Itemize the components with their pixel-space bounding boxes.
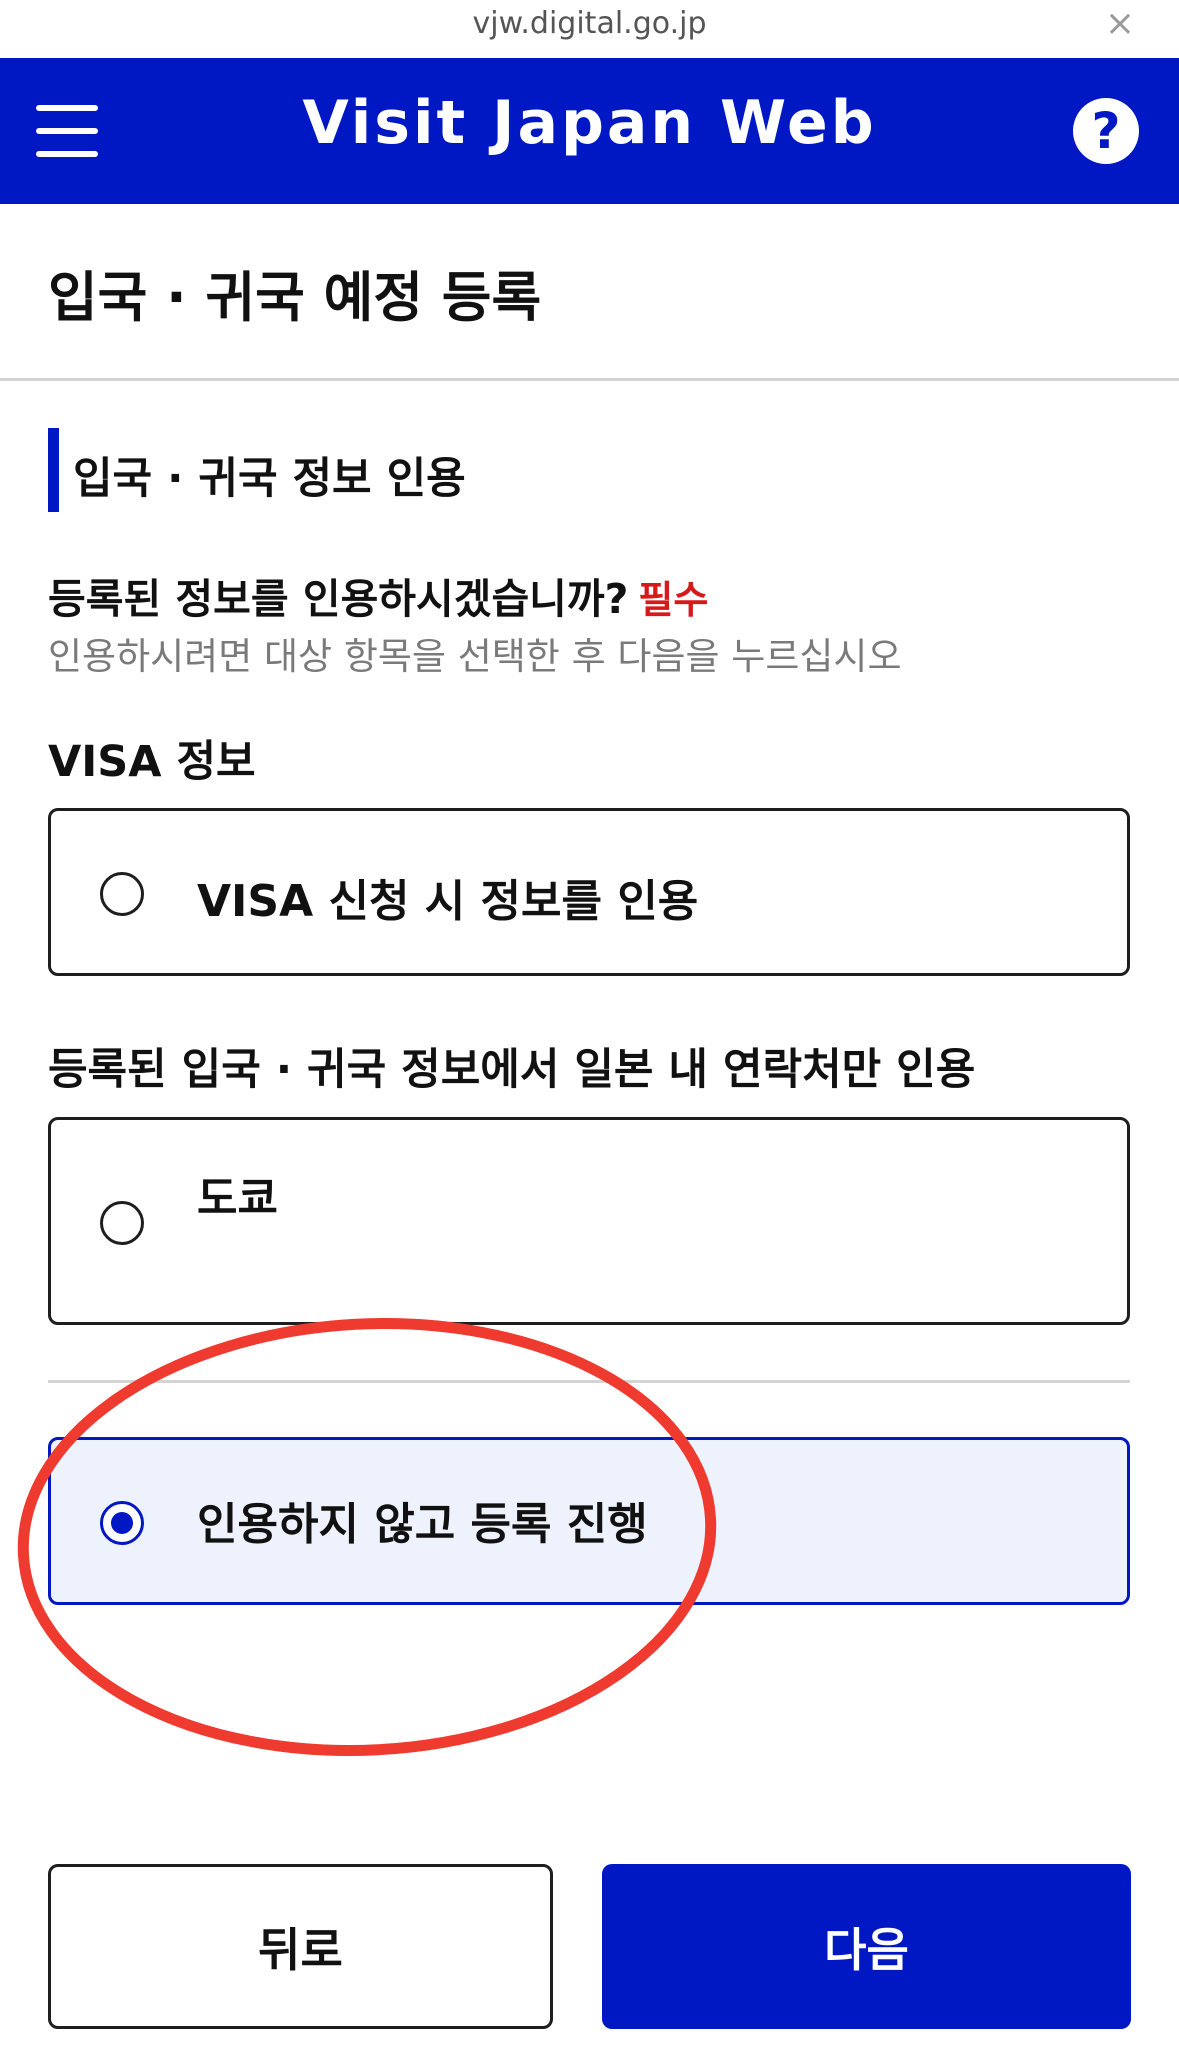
option-label: 인용하지 않고 등록 진행 bbox=[197, 1499, 648, 1550]
radio-visa-quote[interactable] bbox=[100, 872, 144, 916]
required-badge: 필수 bbox=[638, 578, 709, 622]
close-icon[interactable]: × bbox=[1100, 4, 1140, 44]
help-icon[interactable]: ? bbox=[1073, 98, 1139, 164]
options-divider bbox=[48, 1380, 1130, 1383]
question-text: 등록된 정보를 인용하시겠습니까? 필수 bbox=[48, 565, 708, 625]
hint-text: 인용하시려면 대상 항목을 선택한 후 다음을 누르십시오 bbox=[48, 635, 902, 678]
option-label: VISA 신청 시 정보를 인용 bbox=[197, 876, 699, 927]
page-title: 입국 · 귀국 예정 등록 bbox=[48, 266, 542, 329]
radio-tokyo[interactable] bbox=[100, 1201, 144, 1245]
question-label: 등록된 정보를 인용하시겠습니까? bbox=[48, 575, 629, 623]
option-label: 도쿄 bbox=[197, 1173, 278, 1224]
radio-selected-dot bbox=[111, 1512, 133, 1534]
group-label-contact: 등록된 입국 · 귀국 정보에서 일본 내 연락처만 인용 bbox=[48, 1045, 976, 1095]
section-accent-bar bbox=[48, 428, 59, 512]
back-button[interactable]: 뒤로 bbox=[48, 1864, 553, 2029]
app-title: Visit Japan Web bbox=[302, 88, 877, 158]
option-visa-quote[interactable]: VISA 신청 시 정보를 인용 bbox=[48, 808, 1130, 976]
section-title: 입국 · 귀국 정보 인용 bbox=[73, 454, 466, 504]
option-no-quote[interactable]: 인용하지 않고 등록 진행 bbox=[48, 1437, 1130, 1605]
option-tokyo[interactable]: 도쿄 bbox=[48, 1117, 1130, 1325]
url-text[interactable]: vjw.digital.go.jp bbox=[0, 6, 1179, 41]
group-label-visa: VISA 정보 bbox=[48, 737, 256, 787]
radio-no-quote[interactable] bbox=[100, 1501, 144, 1545]
title-divider bbox=[0, 378, 1179, 381]
next-button[interactable]: 다음 bbox=[602, 1864, 1131, 2029]
